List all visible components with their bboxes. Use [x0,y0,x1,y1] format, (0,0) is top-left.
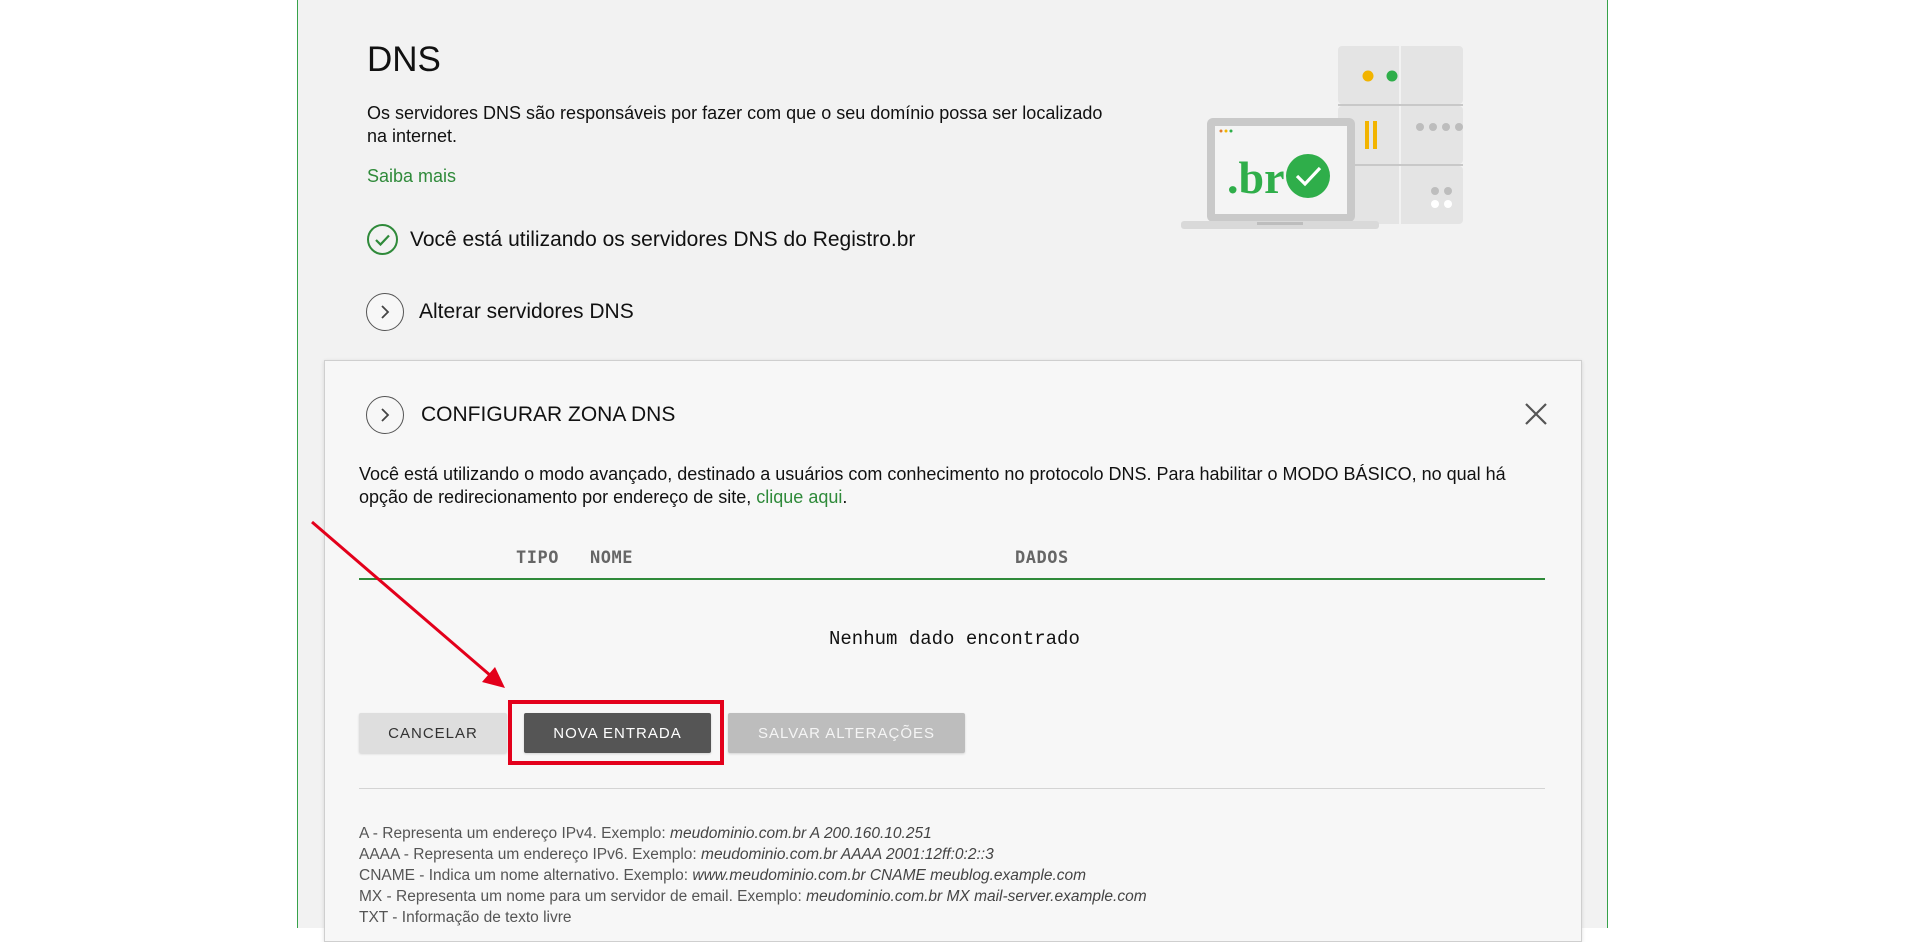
advanced-mode-notice: Você está utilizando o modo avançado, de… [359,463,1549,509]
column-header-nome[interactable]: NOME [590,548,633,568]
record-types-help: A - Representa um endereço IPv4. Exemplo… [359,823,1147,928]
help-line-mx: MX - Representa um nome para um servidor… [359,888,1147,905]
table-header-divider [359,578,1545,580]
advanced-mode-suffix: . [842,487,848,507]
save-changes-button[interactable]: SALVAR ALTERAÇÕES [728,713,965,753]
help-line-aaaa: AAAA - Representa um endereço IPv6. Exem… [359,846,994,863]
help-line-txt: TXT - Informação de texto livre [359,909,572,926]
section-divider [359,788,1545,789]
chevron-right-icon [366,396,404,434]
change-dns-servers-toggle[interactable]: Alterar servidores DNS [366,293,634,331]
dns-status: Você está utilizando os servidores DNS d… [367,224,915,255]
dns-server-illustration: .br [1181,46,1463,229]
help-line-a: A - Representa um endereço IPv4. Exemplo… [359,825,932,842]
help-line-cname: CNAME - Indica um nome alternativo. Exem… [359,867,1087,884]
change-dns-servers-label: Alterar servidores DNS [419,300,634,323]
close-icon[interactable] [1524,402,1548,426]
dns-description: Os servidores DNS são responsáveis por f… [367,103,1103,146]
svg-text:.br: .br [1227,152,1285,203]
configure-dns-zone-header[interactable]: CONFIGURAR ZONA DNS [366,396,675,434]
page-title: DNS [367,40,441,79]
column-header-tipo[interactable]: TIPO [516,548,559,568]
learn-more-link[interactable]: Saiba mais [367,166,456,187]
basic-mode-link[interactable]: clique aqui [756,487,842,507]
dns-status-text: Você está utilizando os servidores DNS d… [410,227,916,251]
configure-dns-zone-title: CONFIGURAR ZONA DNS [421,403,676,426]
cancel-button[interactable]: CANCELAR [359,713,507,753]
check-circle-icon [367,224,398,255]
chevron-right-icon [366,293,404,331]
advanced-mode-text: Você está utilizando o modo avançado, de… [359,464,1506,507]
column-header-dados[interactable]: DADOS [1015,548,1069,568]
empty-table-message: Nenhum dado encontrado [829,628,1080,650]
highlight-box [508,700,724,765]
